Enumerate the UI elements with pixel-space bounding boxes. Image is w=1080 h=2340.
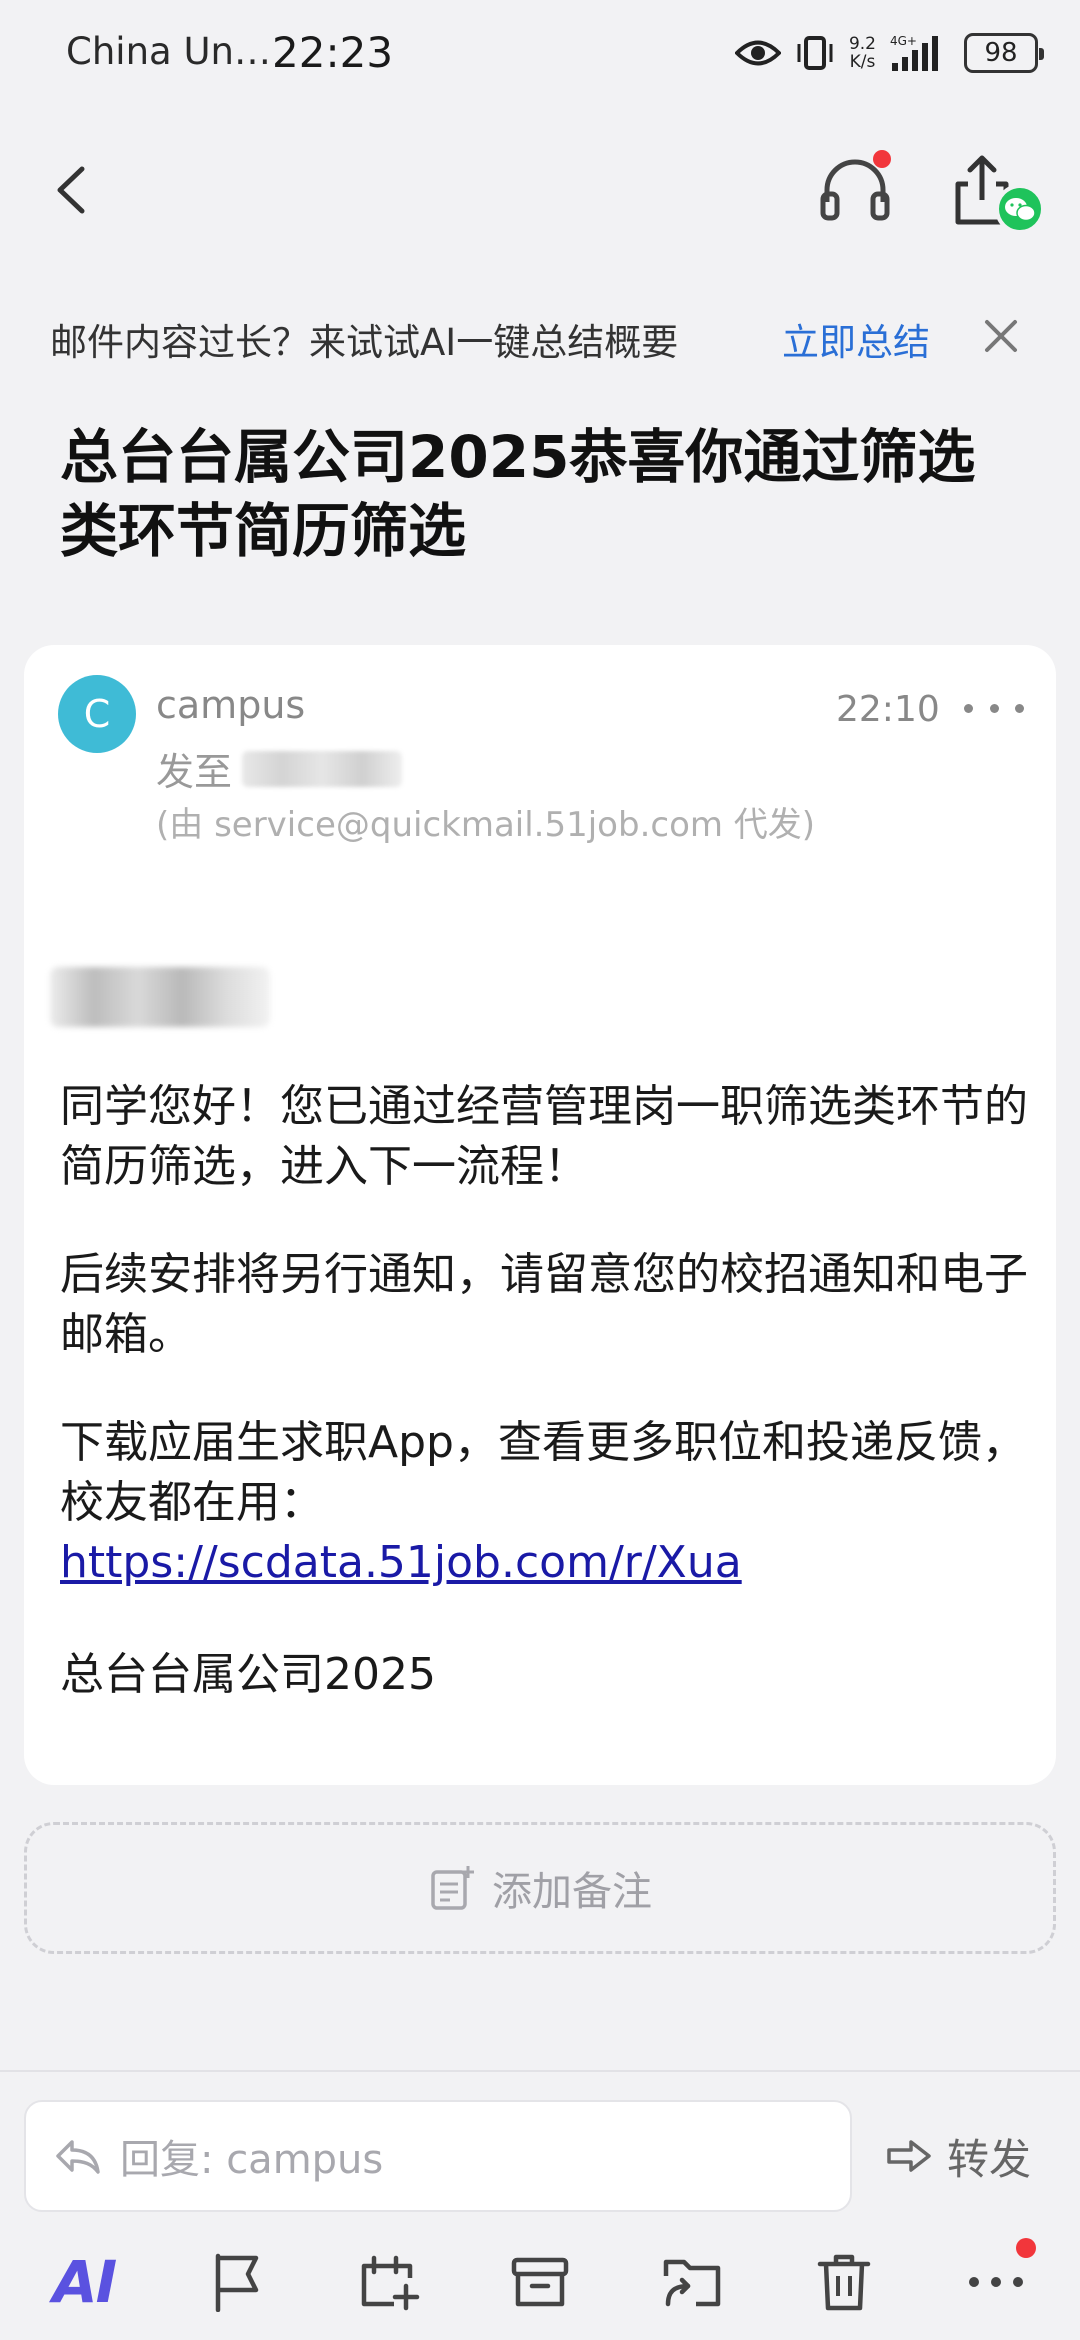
ai-button[interactable]: AI	[44, 2242, 124, 2322]
status-icons: 9.2 K/s 4G+ 98	[734, 28, 1044, 78]
more-icon	[964, 703, 973, 713]
ai-summary-banner: 邮件内容过长？来试试AI一键总结概要 立即总结	[0, 290, 1080, 400]
battery-indicator: 98	[964, 33, 1044, 73]
move-folder-icon	[660, 2254, 724, 2310]
add-note-button[interactable]: 添加备注	[24, 1822, 1056, 1954]
status-bar: China Un… 22:23 9.2 K/s 4G+ 98	[0, 0, 1080, 100]
forward-label: 转发	[947, 2134, 1032, 2184]
greeting-redacted	[50, 967, 270, 1027]
close-icon	[975, 310, 1027, 362]
move-button[interactable]	[652, 2242, 732, 2322]
more-actions-button[interactable]	[956, 2238, 1036, 2322]
add-to-calendar-button[interactable]	[348, 2242, 428, 2322]
sent-on-behalf-note: (由 service@quickmail.51job.com 代发)	[156, 805, 816, 845]
flag-icon	[208, 2252, 264, 2312]
to-label: 发至	[156, 750, 233, 794]
email-time: 22:10	[836, 689, 940, 730]
flag-button[interactable]	[196, 2242, 276, 2322]
calendar-add-icon	[356, 2252, 420, 2312]
email-card: C campus 22:10 发至 (由 service@quickmail.5…	[24, 645, 1056, 1785]
archive-button[interactable]	[500, 2242, 580, 2322]
ai-summary-prompt: 邮件内容过长？来试试AI一键总结概要	[50, 321, 679, 364]
body-paragraph-2: 后续安排将另行通知，请留意您的校招通知和电子邮箱。	[60, 1249, 1028, 1360]
carrier-name: China Un…	[66, 30, 271, 73]
nav-bar	[0, 130, 1080, 250]
reply-placeholder: 回复: campus	[120, 2137, 384, 2183]
reply-icon	[54, 2136, 102, 2176]
app-download-link[interactable]: https://scdata.51job.com/r/Xua	[60, 1533, 742, 1593]
back-button[interactable]	[40, 155, 110, 225]
chevron-left-icon	[40, 155, 110, 225]
forward-button[interactable]: 转发	[885, 2100, 1031, 2212]
trash-icon	[816, 2252, 872, 2312]
action-toolbar: AI	[0, 2232, 1080, 2340]
avatar[interactable]: C	[58, 675, 136, 753]
more-icon	[966, 2272, 1026, 2292]
notification-dot	[873, 150, 891, 168]
email-subject: 总台台属公司2025恭喜你通过筛选类环节简历筛选	[60, 423, 976, 565]
summarize-now-link[interactable]: 立即总结	[782, 312, 930, 366]
ai-label: AI	[52, 2248, 117, 2316]
bottom-bar: 回复: campus 转发 AI	[0, 2070, 1080, 2340]
svg-text:4G+: 4G+	[890, 34, 917, 48]
reply-input[interactable]: 回复: campus	[24, 2100, 852, 2212]
vibrate-icon	[795, 34, 835, 72]
close-banner-button[interactable]	[975, 310, 1027, 362]
more-options-button[interactable]	[964, 693, 1024, 723]
listen-button[interactable]	[815, 150, 895, 230]
share-button[interactable]	[950, 150, 1050, 240]
sender-name[interactable]: campus	[156, 683, 305, 727]
body-paragraph-3: 下载应届生求职App，查看更多职位和投递反馈，校友都在用：	[60, 1417, 1026, 1528]
add-note-label: 添加备注	[492, 1869, 652, 1915]
net-speed: 9.2 K/s	[848, 34, 876, 72]
note-add-icon	[428, 1864, 476, 1912]
body-paragraph-1: 同学您好！您已通过经营管理岗一职筛选类环节的简历筛选，进入下一流程！	[60, 1081, 1028, 1192]
wechat-icon	[995, 184, 1045, 234]
recipient-redacted	[242, 750, 403, 787]
delete-button[interactable]	[804, 2242, 884, 2322]
forward-icon	[885, 2136, 933, 2176]
archive-icon	[510, 2254, 570, 2310]
signal-icon: 4G+	[890, 33, 950, 73]
status-time: 22:23	[272, 28, 394, 77]
recipient-row[interactable]: 发至	[156, 741, 403, 796]
signature: 总台台属公司2025	[60, 1649, 436, 1700]
eye-icon	[734, 38, 781, 68]
notification-dot	[1016, 2238, 1036, 2258]
